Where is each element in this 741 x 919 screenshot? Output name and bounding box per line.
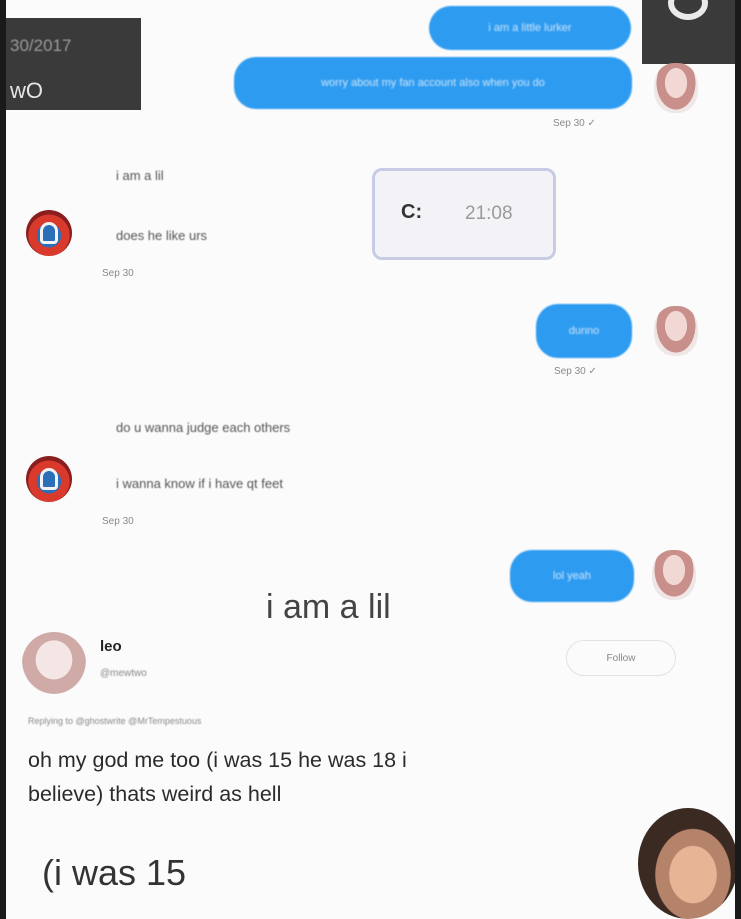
tweet-author-name[interactable]: leo xyxy=(100,638,122,655)
incoming-message: i am a lil xyxy=(116,168,164,183)
my-avatar[interactable] xyxy=(654,306,698,356)
tweet-author-handle: @mewtwo xyxy=(100,668,147,679)
contact-avatar[interactable] xyxy=(26,210,72,256)
tweet-text-line-2: believe) thats weird as hell xyxy=(28,782,282,806)
overlay-emblem-icon xyxy=(668,0,708,20)
message-timestamp: Sep 30 xyxy=(102,516,134,527)
caption-overlay: i am a lil xyxy=(266,588,391,626)
message-timestamp: Sep 30 ✓ xyxy=(554,366,597,377)
outgoing-message-bubble[interactable]: dunno xyxy=(536,304,632,358)
overlay-date: 30/2017 xyxy=(10,36,72,55)
my-avatar[interactable] xyxy=(652,550,696,600)
message-text: dunno xyxy=(568,325,600,337)
clock-label: C: xyxy=(401,201,423,223)
outgoing-message-bubble[interactable]: worry about my fan account also when you… xyxy=(234,57,632,109)
incoming-message: does he like urs xyxy=(116,228,208,243)
tweet-text-line-1: oh my god me too (i was 15 he was 18 i xyxy=(28,748,407,772)
clock-overlay-card: C: 21:08 xyxy=(372,168,556,260)
bottom-caption: (i was 15 xyxy=(42,852,187,893)
incoming-message: i wanna know if i have qt feet xyxy=(116,476,283,491)
message-text: lol yeah xyxy=(553,570,591,582)
date-overlay: 30/2017 wO xyxy=(6,18,141,110)
contact-avatar[interactable] xyxy=(26,456,72,502)
my-avatar[interactable] xyxy=(654,63,698,113)
outgoing-message-bubble[interactable]: i am a little lurker xyxy=(429,6,631,50)
screenshot-frame: 30/2017 wO i am a little lurker worry ab… xyxy=(6,0,735,919)
follow-label: Follow xyxy=(606,652,636,664)
corner-overlay xyxy=(642,0,735,64)
overlay-label: wO xyxy=(10,78,43,103)
message-text: i am a little lurker xyxy=(488,22,572,34)
message-timestamp: Sep 30 xyxy=(102,268,134,279)
clock-time: 21:08 xyxy=(465,203,513,224)
message-text: worry about my fan account also when you… xyxy=(321,77,545,89)
replying-to[interactable]: Replying to @ghostwrite @MrTempestuous xyxy=(28,716,201,726)
tweet-author-avatar[interactable] xyxy=(22,632,86,694)
message-timestamp: Sep 30 ✓ xyxy=(553,118,596,129)
incoming-message: do u wanna judge each others xyxy=(116,420,291,435)
follow-button[interactable]: Follow xyxy=(566,640,676,676)
webcam-face-image xyxy=(638,808,735,919)
outgoing-message-bubble[interactable]: lol yeah xyxy=(510,550,634,602)
